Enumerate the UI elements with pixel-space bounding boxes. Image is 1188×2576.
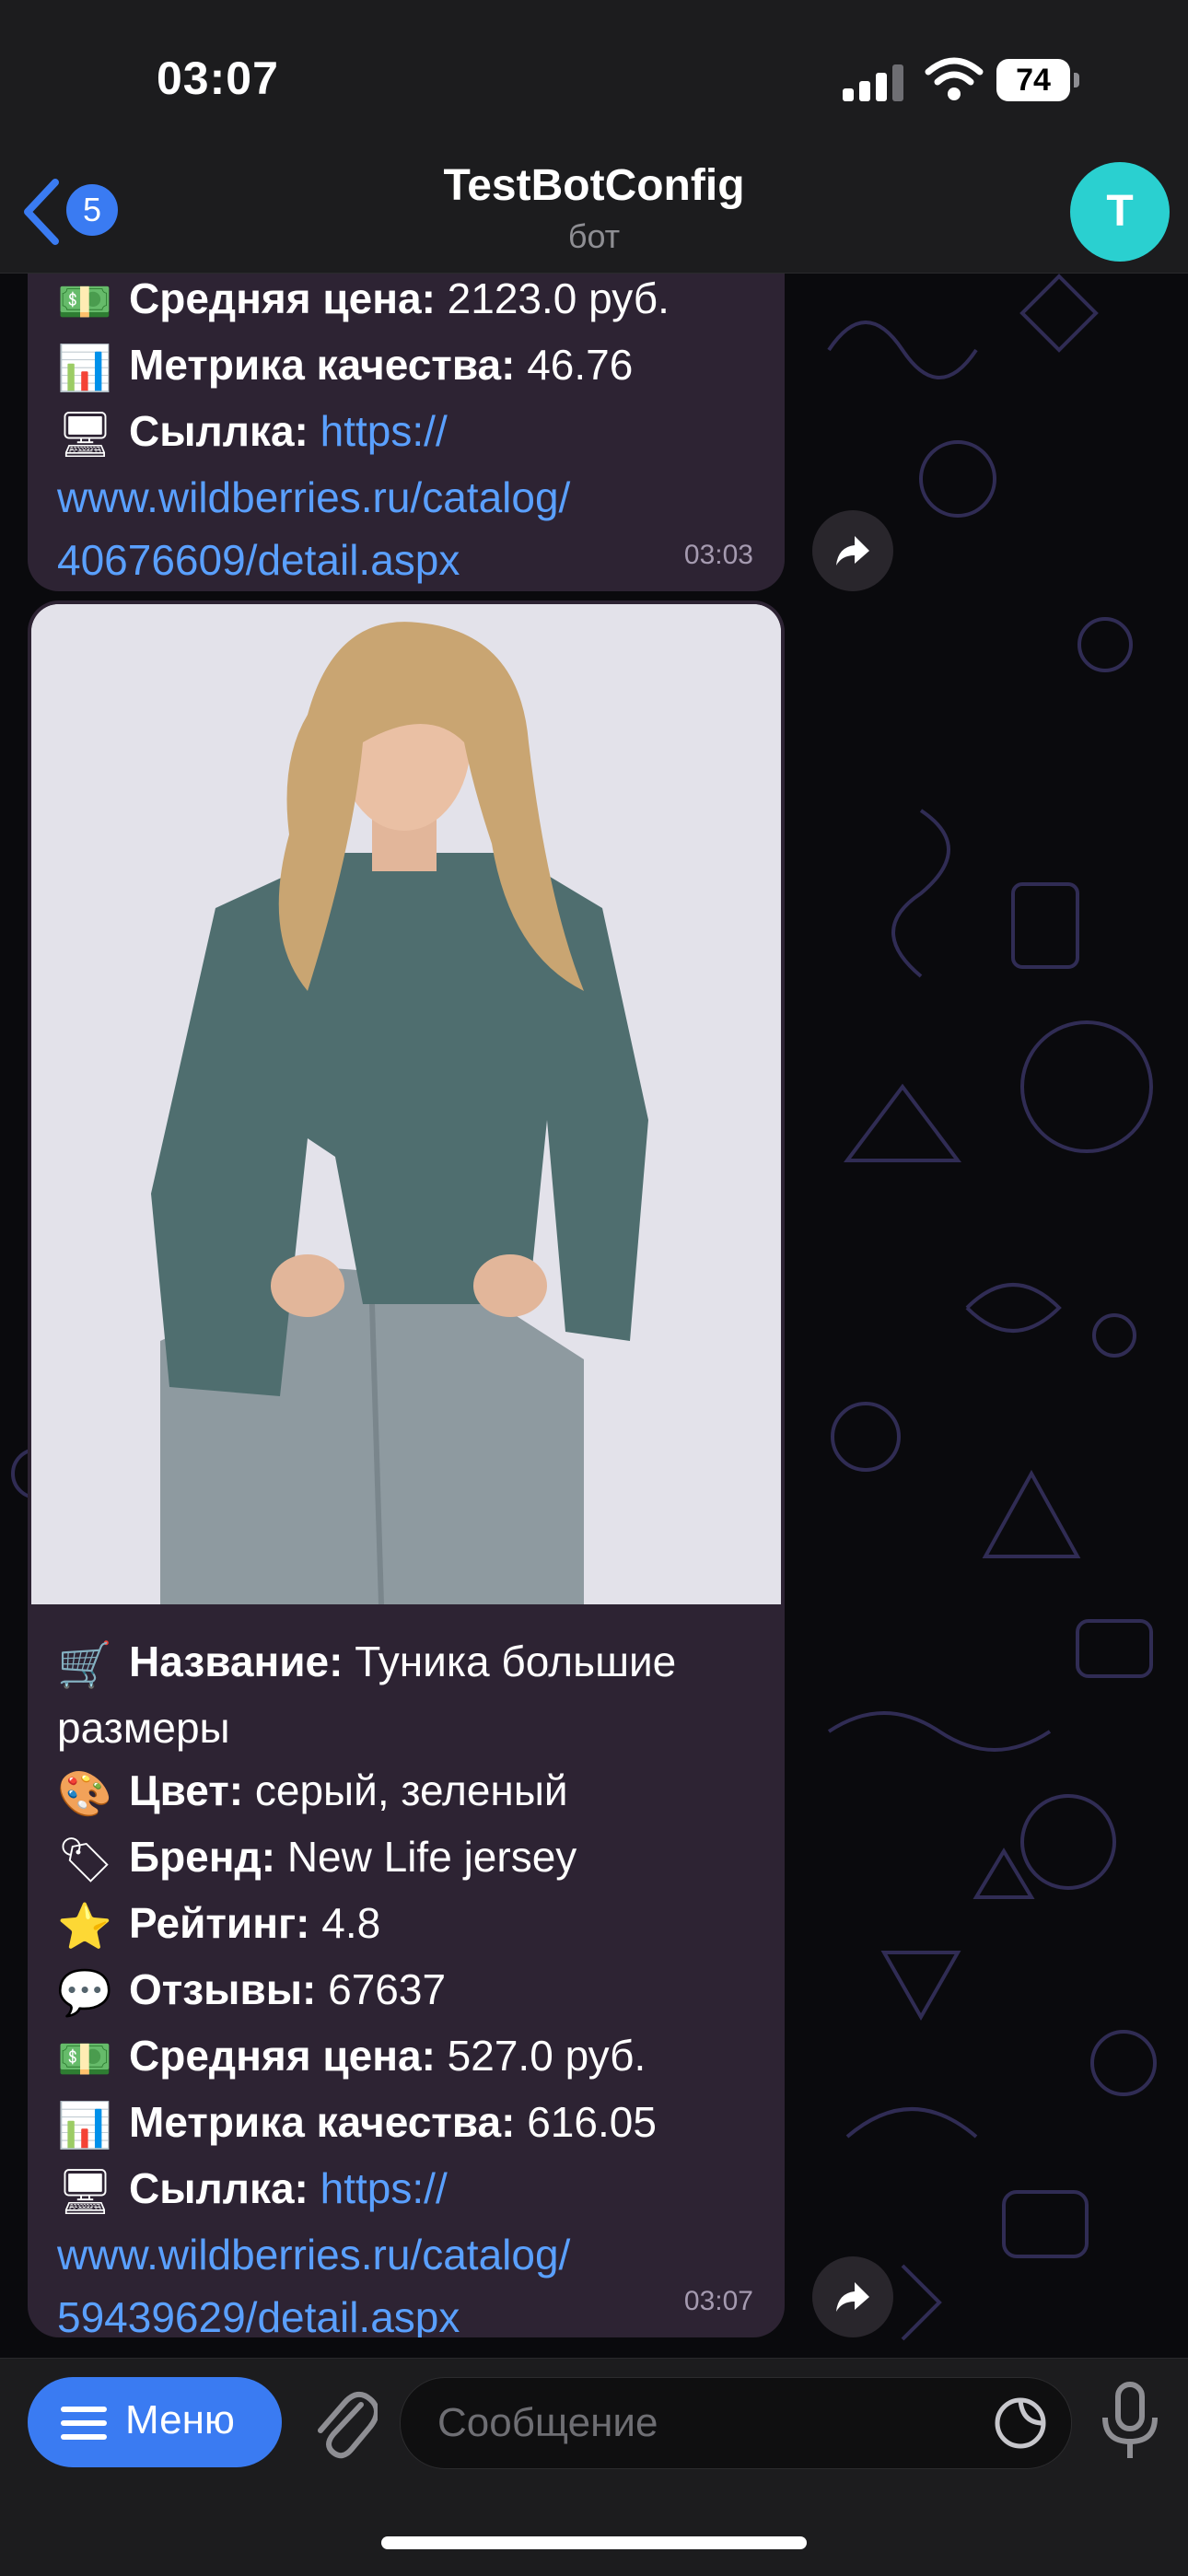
message-line: 📊 Метрика качества: 616.05 [57, 2091, 766, 2157]
computer-icon: 🖥 [57, 2166, 113, 2218]
forward-button[interactable] [812, 510, 893, 591]
line-value: 2123.0 руб. [435, 274, 670, 322]
line-value: 46.76 [515, 341, 634, 389]
message-time: 03:07 [683, 2286, 753, 2316]
bot-avatar[interactable]: T [1070, 162, 1170, 262]
message-line: 🏷 Бренд: New Life jersey [57, 1825, 766, 1892]
message-line: www.wildberries.ru/catalog/ [57, 466, 670, 529]
message-text: 💵 Средняя цена: 2123.0 руб. 📊 Метрика каче… [57, 267, 670, 591]
line-value: 527.0 руб. [435, 2032, 646, 2080]
message-line: 💵 Средняя цена: 527.0 руб. [57, 2024, 766, 2091]
chat-title[interactable]: TestBotConfig [0, 160, 1188, 211]
line-label: Сыллка: [129, 407, 309, 455]
home-indicator [381, 2536, 807, 2549]
product-link[interactable]: 40676609/detail.aspx [57, 536, 460, 584]
message-bubble[interactable]: 🛒 Название: Туника большие размеры 🎨 Цвет:… [28, 600, 785, 2337]
product-link[interactable]: https:// [320, 2164, 448, 2212]
product-link[interactable]: www.wildberries.ru/catalog/ [57, 473, 570, 521]
battery-icon: 74 [996, 59, 1079, 101]
chart-icon: 📊 [57, 343, 112, 394]
forward-icon [836, 2282, 869, 2312]
forward-button[interactable] [812, 2256, 893, 2337]
product-photo[interactable] [31, 604, 781, 1604]
cart-icon: 🛒 [57, 1639, 112, 1691]
status-time: 03:07 [157, 52, 279, 104]
message-line: 59439629/detail.aspx [57, 2286, 766, 2337]
message-line: 🎨 Цвет: серый, зеленый [57, 1759, 766, 1825]
line-label: Метрика качества: [129, 2098, 516, 2146]
message-line: ⭐ Рейтинг: 4.8 [57, 1892, 766, 1958]
message-line: www.wildberries.ru/catalog/ [57, 2223, 766, 2286]
line-label: Сыллка: [129, 2164, 309, 2212]
chart-icon: 📊 [57, 2100, 112, 2151]
message-placeholder: Сообщение [437, 2400, 658, 2445]
menu-icon [61, 2407, 107, 2440]
message-line: 🖥 Сыллка: https:// [57, 400, 670, 466]
message-line: 💵 Средняя цена: 2123.0 руб. [57, 267, 670, 333]
menu-button[interactable]: Меню [28, 2377, 282, 2467]
message-input[interactable]: Сообщение [400, 2377, 1072, 2469]
message-line: 40676609/detail.aspx [57, 529, 670, 591]
navigation-header: 03:07 74 5 TestBotConfig бот T [0, 0, 1188, 274]
attachment-icon[interactable] [309, 2381, 378, 2464]
line-label: Название: [129, 1638, 344, 1685]
message-text: 🛒 Название: Туника большие размеры 🎨 Цвет:… [57, 1630, 766, 2337]
line-label: Метрика качества: [129, 341, 516, 389]
line-label: Отзывы: [129, 1965, 317, 2013]
line-label: Средняя цена: [129, 274, 436, 322]
palette-icon: 🎨 [57, 1768, 112, 1820]
line-label: Цвет: [129, 1766, 244, 1814]
message-line: 🛒 Название: Туника большие размеры [57, 1630, 766, 1759]
line-label: Рейтинг: [129, 1899, 310, 1947]
line-value: 67637 [316, 1965, 447, 2013]
microphone-icon[interactable] [1098, 2381, 1162, 2464]
line-label: Бренд: [129, 1833, 276, 1881]
line-value: 616.05 [515, 2098, 657, 2146]
star-icon: ⭐ [57, 1901, 112, 1952]
product-link[interactable]: www.wildberries.ru/catalog/ [57, 2231, 570, 2279]
menu-label: Меню [125, 2397, 235, 2442]
tag-icon: 🏷 [57, 1835, 113, 1886]
product-link[interactable]: 59439629/detail.aspx [57, 2293, 460, 2337]
line-value: New Life jersey [275, 1833, 577, 1881]
message-line: 💬 Отзывы: 67637 [57, 1958, 766, 2024]
line-label: Средняя цена: [129, 2032, 436, 2080]
product-link[interactable]: https:// [320, 407, 448, 455]
money-icon: 💵 [57, 2034, 112, 2085]
message-line: 📊 Метрика качества: 46.76 [57, 333, 670, 400]
computer-icon: 🖥 [57, 409, 113, 460]
cellular-signal-icon [843, 64, 903, 101]
line-value: 4.8 [309, 1899, 381, 1947]
message-line: 🖥 Сыллка: https:// [57, 2157, 766, 2223]
battery-level: 74 [996, 59, 1070, 101]
chat-subtitle: бот [567, 217, 621, 255]
wifi-icon [925, 57, 984, 100]
message-time: 03:03 [683, 540, 753, 570]
sticker-icon[interactable] [992, 2395, 1049, 2452]
speech-bubble-icon: 💬 [57, 1967, 112, 2019]
line-value: серый, зеленый [243, 1766, 568, 1814]
forward-icon [836, 536, 869, 565]
money-icon: 💵 [57, 276, 112, 328]
